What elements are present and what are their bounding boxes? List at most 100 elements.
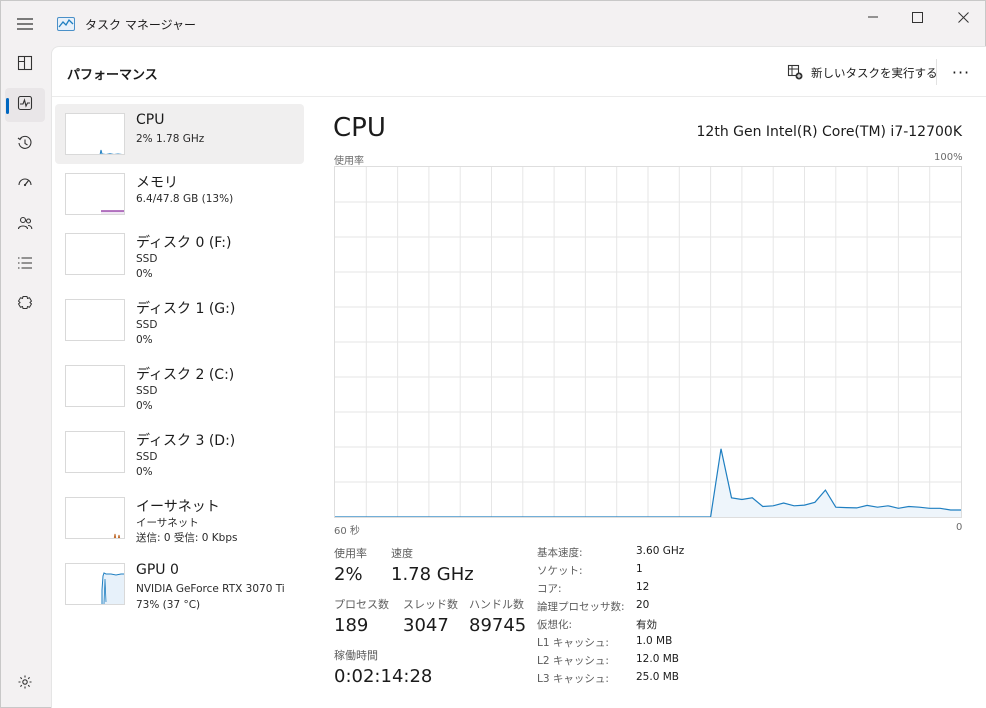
more-options-button[interactable]: ···	[946, 59, 976, 85]
uptime-value: 0:02:14:28	[334, 666, 433, 687]
handles-label: ハンドル数	[469, 598, 524, 611]
resource-line2: 73% (37 °C)	[136, 599, 201, 611]
startup-apps-icon	[17, 175, 33, 195]
spec-value: 12.0 MB	[636, 653, 679, 665]
cpu-thumbnail	[65, 113, 125, 155]
resource-name: ディスク 3 (D:)	[136, 433, 236, 449]
resource-line1: NVIDIA GeForce RTX 3070 Ti	[136, 583, 285, 595]
window-title: タスク マネージャー	[85, 18, 196, 32]
detail-title: CPU	[333, 113, 386, 143]
resource-line1: SSD	[136, 451, 158, 463]
task-manager-window: タスク マネージャー パフォーマンス 新しいタスクを実行する ··· CPU 2…	[0, 0, 986, 708]
resource-item-disk-0[interactable]: ディスク 0 (F:) SSD 0%	[55, 224, 304, 284]
processes-value: 189	[334, 615, 369, 636]
spec-label: L2 キャッシュ:	[537, 655, 609, 667]
spec-label: 基本速度:	[537, 547, 583, 559]
uptime-label: 稼働時間	[334, 649, 378, 662]
cpu-usage-chart	[335, 167, 961, 518]
handles-value: 89745	[469, 615, 527, 636]
run-task-icon	[787, 64, 803, 83]
resource-name: ディスク 2 (C:)	[136, 367, 235, 383]
processes-icon	[17, 55, 33, 75]
resource-item-cpu[interactable]: CPU 2% 1.78 GHz	[55, 104, 304, 164]
resource-name: ディスク 1 (G:)	[136, 301, 236, 317]
nav-services[interactable]	[5, 288, 45, 322]
maximize-button[interactable]	[895, 5, 939, 29]
disk-0-thumbnail	[65, 233, 125, 275]
disk-1-thumbnail	[65, 299, 125, 341]
active-indicator	[6, 98, 9, 114]
app-history-icon	[17, 135, 33, 155]
spec-label: ソケット:	[537, 565, 583, 577]
resource-item-disk-2[interactable]: ディスク 2 (C:) SSD 0%	[55, 356, 304, 416]
gpu-0-thumbnail	[65, 563, 125, 605]
graph-usage-label: 使用率	[334, 156, 364, 167]
nav-users[interactable]	[5, 208, 45, 242]
graph-max-label: 100%	[934, 152, 963, 163]
resource-line1: SSD	[136, 319, 158, 331]
disk-2-thumbnail	[65, 365, 125, 407]
usage-label: 使用率	[334, 547, 367, 560]
resource-line1: 6.4/47.8 GB (13%)	[136, 193, 234, 205]
title-bar: タスク マネージャー	[1, 1, 986, 45]
resource-line2: 0%	[136, 334, 153, 346]
spec-value: 3.60 GHz	[636, 545, 685, 557]
resource-line2: 0%	[136, 400, 153, 412]
spec-label: L3 キャッシュ:	[537, 673, 609, 685]
resource-item-gpu-0[interactable]: GPU 0 NVIDIA GeForce RTX 3070 Ti 73% (37…	[55, 554, 304, 614]
cpu-model-name: 12th Gen Intel(R) Core(TM) i7-12700K	[696, 124, 962, 140]
services-icon	[17, 295, 33, 315]
spec-label: 仮想化:	[537, 619, 573, 631]
minimize-button[interactable]	[851, 5, 895, 29]
graph-time-label: 60 秒	[334, 526, 360, 537]
settings-icon	[17, 674, 33, 694]
resource-item-disk-1[interactable]: ディスク 1 (G:) SSD 0%	[55, 290, 304, 350]
spec-value: 12	[636, 581, 650, 593]
spec-label: L1 キャッシュ:	[537, 637, 609, 649]
nav-startup-apps[interactable]	[5, 168, 45, 202]
content-panel: パフォーマンス 新しいタスクを実行する ··· CPU 2% 1.78 GHz …	[51, 46, 986, 708]
resource-name: メモリ	[136, 175, 178, 191]
resource-line1: イーサネット	[136, 517, 199, 529]
nav-processes[interactable]	[5, 48, 45, 82]
resource-line1: SSD	[136, 385, 158, 397]
cpu-usage-graph	[334, 166, 962, 518]
spec-value: 1.0 MB	[636, 635, 673, 647]
ethernet-thumbnail	[65, 497, 125, 539]
resource-name: ディスク 0 (F:)	[136, 235, 232, 251]
nav-performance[interactable]	[5, 88, 45, 122]
resource-line1: SSD	[136, 253, 158, 265]
graph-zero-label: 0	[956, 522, 963, 533]
app-icon	[57, 16, 75, 31]
disk-3-thumbnail	[65, 431, 125, 473]
nav-app-history[interactable]	[5, 128, 45, 162]
hamburger-menu-icon[interactable]	[11, 12, 39, 36]
resource-line2: 0%	[136, 268, 153, 280]
speed-label: 速度	[391, 547, 413, 560]
spec-value: 25.0 MB	[636, 671, 679, 683]
resource-item-disk-3[interactable]: ディスク 3 (D:) SSD 0%	[55, 422, 304, 482]
resource-name: CPU	[136, 112, 165, 128]
speed-value: 1.78 GHz	[391, 564, 474, 585]
resource-item-memory[interactable]: メモリ 6.4/47.8 GB (13%)	[55, 164, 304, 224]
content-header: パフォーマンス 新しいタスクを実行する ···	[52, 47, 986, 97]
threads-value: 3047	[403, 615, 449, 636]
threads-label: スレッド数	[403, 598, 458, 611]
performance-icon	[17, 95, 33, 115]
header-separator	[936, 59, 937, 85]
run-new-task-button[interactable]: 新しいタスクを実行する	[787, 62, 938, 84]
memory-thumbnail	[65, 173, 125, 215]
processes-label: プロセス数	[334, 598, 389, 611]
close-button[interactable]	[941, 5, 985, 29]
spec-value: 20	[636, 599, 650, 611]
spec-value: 1	[636, 563, 643, 575]
spec-value: 有効	[636, 619, 657, 631]
resource-line1: 2% 1.78 GHz	[136, 133, 205, 145]
nav-details[interactable]	[5, 248, 45, 282]
usage-value: 2%	[334, 564, 363, 585]
resource-line2: 0%	[136, 466, 153, 478]
nav-settings[interactable]	[5, 667, 45, 701]
resource-item-ethernet[interactable]: イーサネット イーサネット 送信: 0 受信: 0 Kbps	[55, 488, 304, 548]
users-icon	[17, 215, 33, 235]
resource-name: イーサネット	[136, 499, 220, 515]
